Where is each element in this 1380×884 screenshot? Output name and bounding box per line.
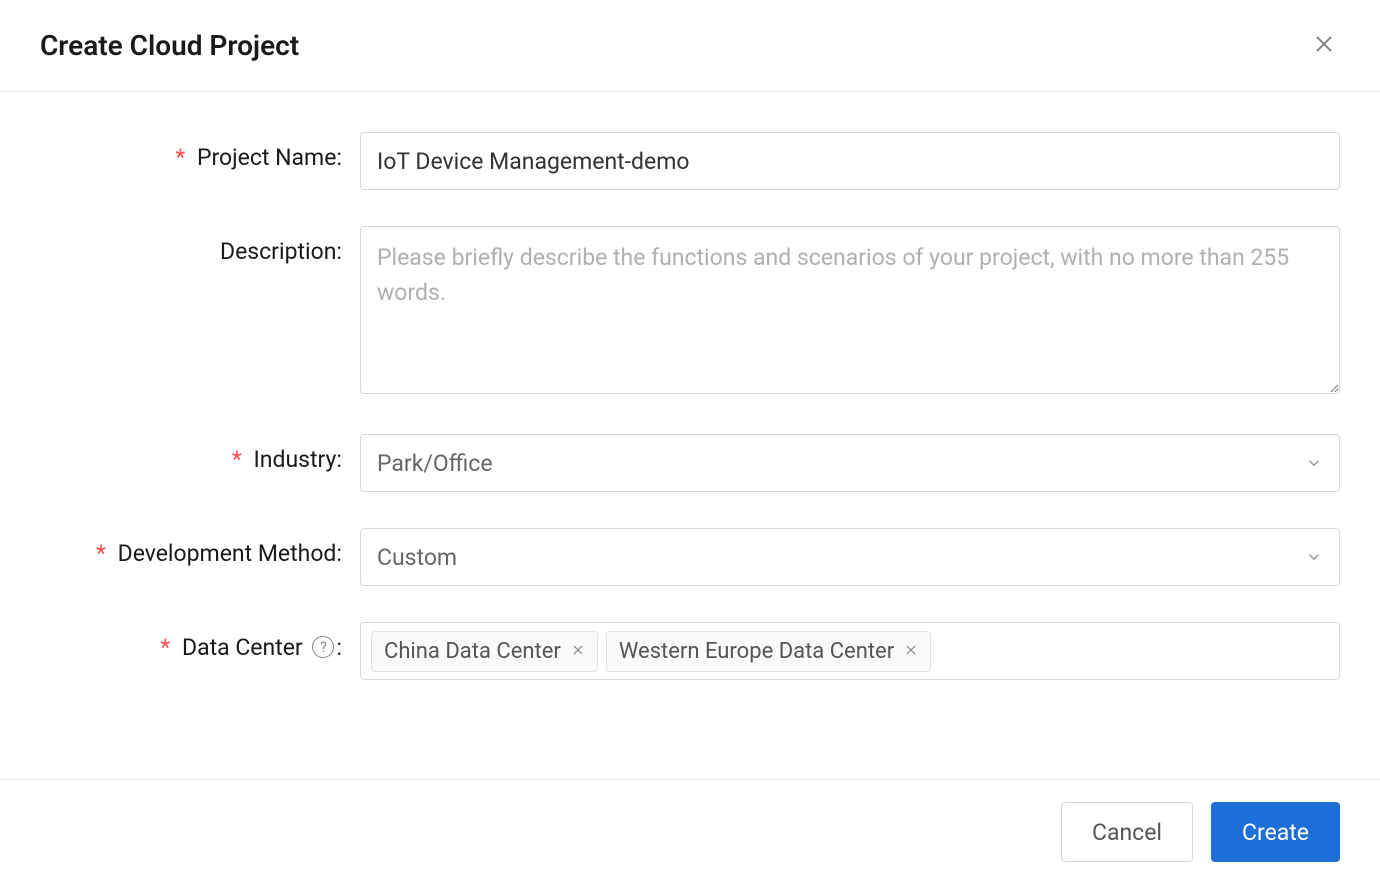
data-center-tag: Western Europe Data Center — [606, 631, 931, 672]
help-icon[interactable]: ? — [312, 636, 334, 658]
close-icon — [1312, 32, 1336, 59]
tag-label: China Data Center — [384, 639, 561, 664]
data-center-multiselect[interactable]: China Data Center Western Europe Data Ce… — [360, 622, 1340, 680]
close-icon — [904, 643, 918, 660]
modal-header: Create Cloud Project — [0, 0, 1380, 92]
form-row-industry: * Industry: Park/Office — [40, 434, 1340, 492]
cancel-button[interactable]: Cancel — [1061, 802, 1193, 862]
industry-label: * Industry: — [40, 434, 360, 473]
tag-remove-button[interactable] — [571, 643, 585, 660]
modal-footer: Cancel Create — [0, 779, 1380, 884]
development-method-control: Custom — [360, 528, 1340, 586]
required-mark: * — [232, 446, 242, 473]
description-textarea[interactable] — [360, 226, 1340, 394]
colon: : — [336, 238, 342, 265]
data-center-tag: China Data Center — [371, 631, 598, 672]
colon: : — [336, 634, 342, 661]
development-method-value: Custom — [377, 544, 457, 571]
form-row-description: Description: — [40, 226, 1340, 398]
label-text: Description — [220, 238, 336, 265]
form-row-data-center: * Data Center ?: China Data Center — [40, 622, 1340, 680]
required-mark: * — [175, 144, 185, 171]
development-method-select[interactable]: Custom — [360, 528, 1340, 586]
project-name-input[interactable] — [360, 132, 1340, 190]
chevron-down-icon — [1305, 454, 1323, 472]
industry-control: Park/Office — [360, 434, 1340, 492]
data-center-label: * Data Center ?: — [40, 622, 360, 661]
form-row-development-method: * Development Method: Custom — [40, 528, 1340, 586]
tag-remove-button[interactable] — [904, 643, 918, 660]
development-method-label: * Development Method: — [40, 528, 360, 567]
colon: : — [336, 144, 342, 171]
project-name-label: * Project Name: — [40, 132, 360, 171]
data-center-control: China Data Center Western Europe Data Ce… — [360, 622, 1340, 680]
close-icon — [571, 643, 585, 660]
required-mark: * — [160, 634, 170, 661]
label-text: Data Center — [182, 634, 303, 661]
form-row-project-name: * Project Name: — [40, 132, 1340, 190]
label-text: Industry — [254, 446, 337, 473]
modal-body: * Project Name: Description: * Industry:… — [0, 92, 1380, 720]
tag-label: Western Europe Data Center — [619, 639, 894, 664]
label-text: Project Name — [197, 144, 336, 171]
project-name-control — [360, 132, 1340, 190]
colon: : — [336, 540, 342, 567]
chevron-down-icon — [1305, 548, 1323, 566]
required-mark: * — [96, 540, 106, 567]
close-button[interactable] — [1308, 28, 1340, 63]
description-label: Description: — [40, 226, 360, 265]
industry-select[interactable]: Park/Office — [360, 434, 1340, 492]
label-text: Development Method — [118, 540, 337, 567]
industry-value: Park/Office — [377, 450, 493, 477]
description-control — [360, 226, 1340, 398]
colon: : — [336, 446, 342, 473]
create-button[interactable]: Create — [1211, 802, 1340, 862]
modal-title: Create Cloud Project — [40, 29, 299, 62]
